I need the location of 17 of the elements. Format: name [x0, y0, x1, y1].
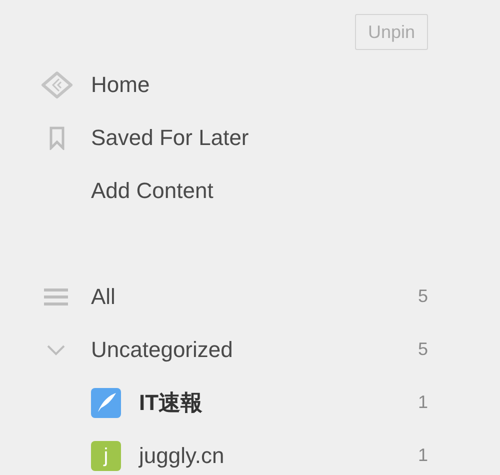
feed-name[interactable]: IT速報: [139, 386, 418, 419]
nav-link[interactable]: Home: [91, 68, 150, 101]
unread-count: 1: [418, 391, 428, 414]
nav-link[interactable]: Saved For Later: [91, 121, 249, 154]
list-icon: [44, 286, 68, 306]
unread-count: 5: [418, 338, 428, 361]
chevron-down-icon[interactable]: [46, 344, 66, 356]
diamond-logo-icon: [40, 70, 72, 98]
feed-logo-icon: j: [91, 440, 121, 470]
unread-count: 5: [418, 285, 428, 308]
quill-icon: [91, 388, 121, 418]
feed-name[interactable]: juggly.cn: [139, 439, 418, 472]
bookmark-icon: [48, 126, 64, 150]
unread-count: 1: [418, 444, 428, 467]
category-label[interactable]: Uncategorized: [91, 333, 418, 366]
nav-link[interactable]: Add Content: [91, 174, 214, 207]
nav-link[interactable]: All: [91, 280, 418, 313]
